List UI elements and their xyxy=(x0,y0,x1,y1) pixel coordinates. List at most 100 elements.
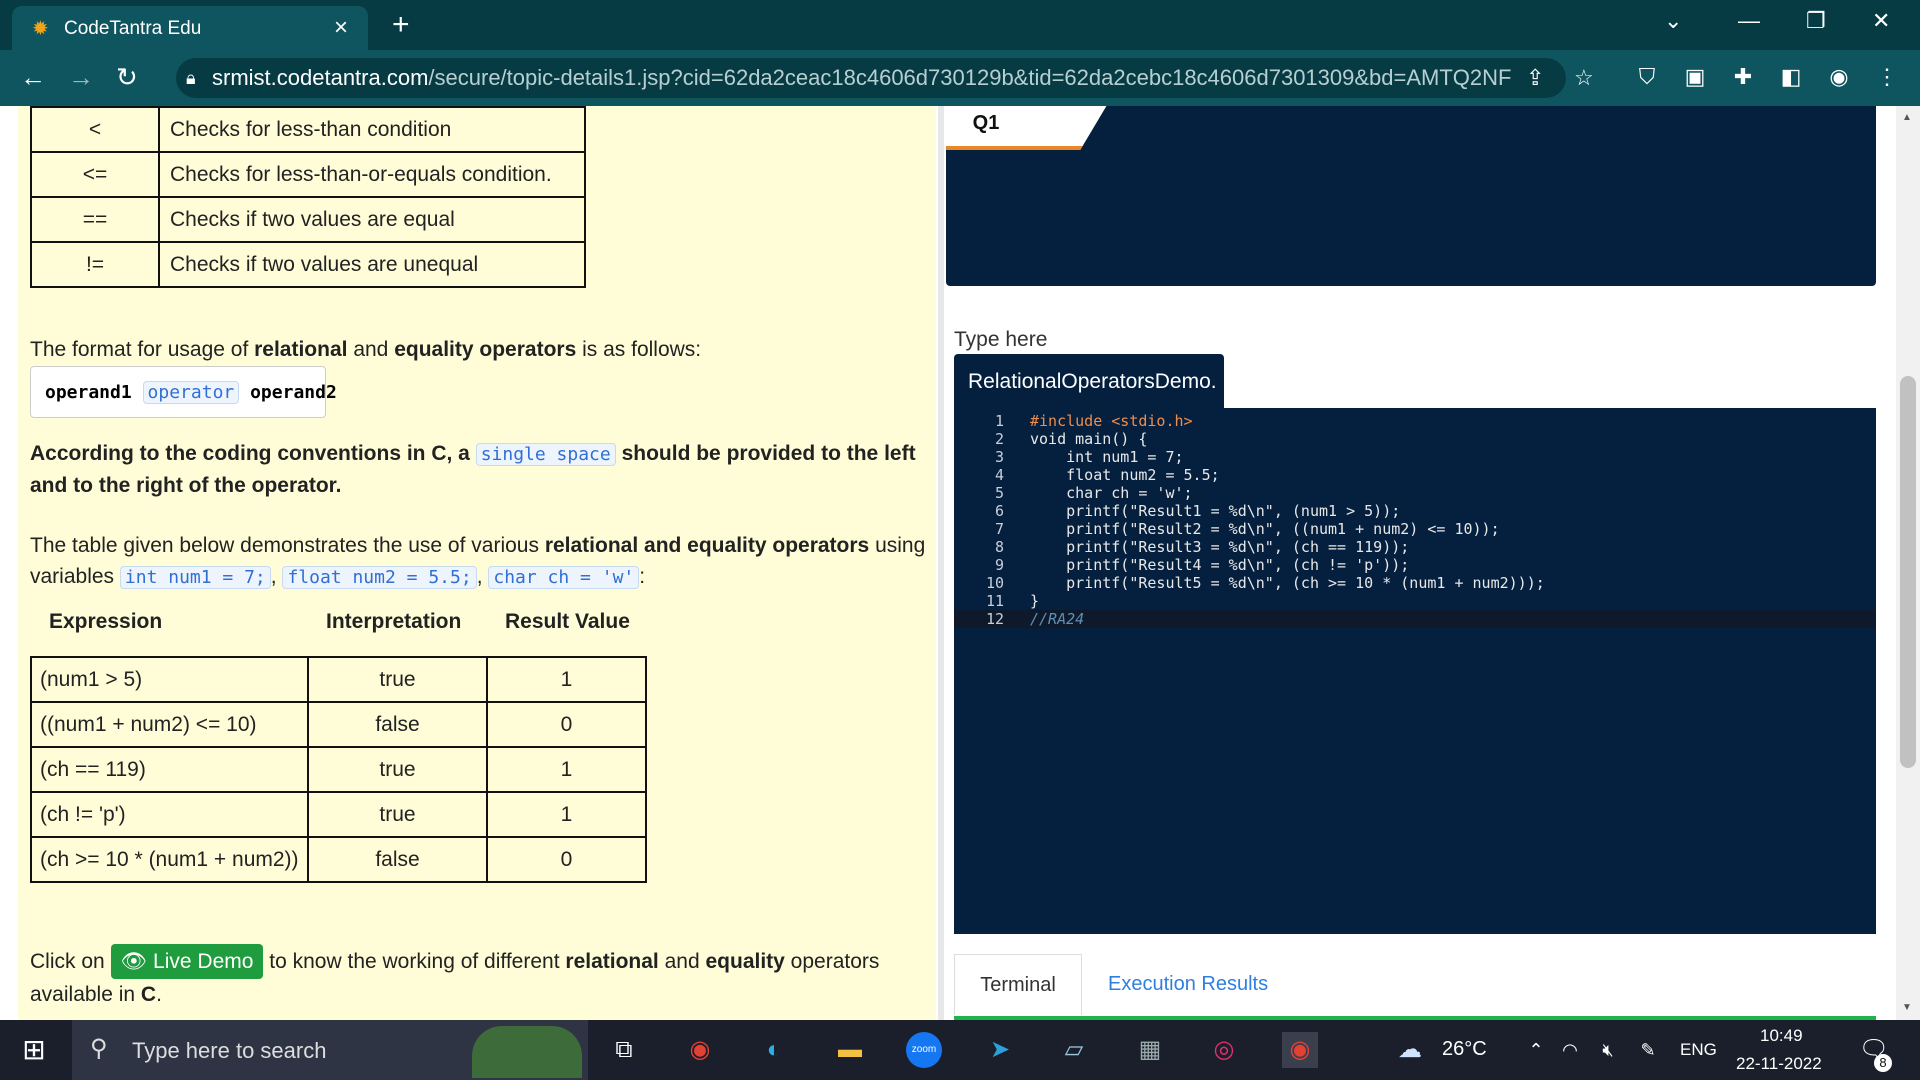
operator-symbol: != xyxy=(30,241,160,288)
code-line: 4 float num2 = 5.5; xyxy=(954,466,1876,484)
code-text: //RA24 xyxy=(1030,610,1085,628)
eye-icon: 👁︎ xyxy=(120,950,148,973)
telegram-icon[interactable]: ➤ xyxy=(982,1032,1018,1068)
expression-cell: (ch == 119) xyxy=(30,746,309,793)
question-label: Q1 xyxy=(972,112,1000,134)
notepad-icon[interactable]: ▱ xyxy=(1056,1032,1092,1068)
operator-description: Checks for less-than-or-equals condition… xyxy=(158,151,586,198)
table-row: <= Checks for less-than-or-equals conditi… xyxy=(30,151,586,198)
table-row: != Checks if two values are unequal xyxy=(30,241,586,288)
code-line: 5 char ch = 'w'; xyxy=(954,484,1876,502)
chrome-icon[interactable]: ◉ xyxy=(682,1032,718,1068)
line-number: 12 xyxy=(985,610,1004,628)
extension-badge-icon[interactable]: ▣ xyxy=(1678,60,1712,94)
close-window-icon[interactable]: ✕ xyxy=(1872,8,1890,34)
language-indicator[interactable]: ENG xyxy=(1680,1040,1717,1060)
code-text: } xyxy=(1030,592,1040,610)
tab-title: CodeTantra Edu xyxy=(64,18,202,39)
code-text: printf("Result4 = %d\n", (ch != 'p')); xyxy=(1030,556,1410,574)
code-text: float num2 = 5.5; xyxy=(1030,466,1220,484)
code-line: 3 int num1 = 7; xyxy=(954,448,1876,466)
line-number: 6 xyxy=(994,502,1004,520)
calculator-icon[interactable]: ▦ xyxy=(1132,1032,1168,1068)
chrome-active-icon[interactable]: ◉ xyxy=(1282,1032,1318,1068)
browser-tab[interactable]: ✹ CodeTantra Edu × xyxy=(12,6,368,50)
table-row: == Checks if two values are equal xyxy=(30,196,586,243)
browser-menu-icon[interactable]: ⋮ xyxy=(1870,60,1904,94)
extensions-puzzle-icon[interactable]: ✚ xyxy=(1726,60,1760,94)
file-explorer-icon[interactable]: ▬ xyxy=(832,1032,868,1068)
tab-terminal[interactable]: Terminal xyxy=(954,954,1082,1015)
notification-count-badge: 8 xyxy=(1874,1054,1892,1072)
shield-extension-icon[interactable]: ⛉ xyxy=(1630,60,1664,94)
convention-paragraph: According to the coding conventions in C… xyxy=(30,442,916,497)
header-expression: Expression xyxy=(31,588,308,658)
code-text: int num1 = 7; xyxy=(1030,448,1184,466)
url-bar[interactable]: 🔒︎ srmist.codetantra.com/secure/topic-de… xyxy=(176,58,1594,98)
operator-symbol: == xyxy=(30,196,160,243)
scrollbar-thumb[interactable] xyxy=(1900,376,1916,768)
wifi-icon[interactable]: ◠ xyxy=(1552,1032,1588,1068)
file-tab[interactable]: RelationalOperatorsDemo. xyxy=(954,354,1224,410)
table-row: ((num1 + num2) <= 10) false 0 xyxy=(30,701,647,748)
task-view-icon[interactable]: ⧉ xyxy=(606,1032,642,1068)
tab-search-chevron-icon[interactable]: ⌄ xyxy=(1664,8,1682,34)
operator-description: Checks if two values are unequal xyxy=(158,241,586,288)
interpretation-cell: false xyxy=(307,836,488,883)
operators-table: < Checks for less-than condition <= Checks … xyxy=(30,106,586,288)
scroll-down-icon[interactable]: ▼ xyxy=(1902,1002,1912,1013)
line-number: 3 xyxy=(994,448,1004,466)
lock-icon[interactable]: 🔒︎ xyxy=(186,58,196,98)
code-line: 1 #include <stdio.h> xyxy=(954,412,1876,430)
pen-icon[interactable]: ✎ xyxy=(1630,1032,1666,1068)
clock-date[interactable]: 22-11-2022 xyxy=(1736,1054,1822,1074)
pane-divider[interactable] xyxy=(938,106,944,1020)
minimize-icon[interactable]: — xyxy=(1738,8,1760,34)
weather-temp[interactable]: 26°C xyxy=(1442,1038,1487,1061)
taskbar-search[interactable]: ⚲ Type here to search xyxy=(72,1020,588,1080)
table-row: < Checks for less-than condition xyxy=(30,106,586,153)
back-icon[interactable]: ← xyxy=(20,62,46,93)
lesson-content: < Checks for less-than condition <= Checks … xyxy=(18,106,936,1020)
line-number: 4 xyxy=(994,466,1004,484)
line-number: 5 xyxy=(994,484,1004,502)
line-number: 9 xyxy=(994,556,1004,574)
profile-avatar[interactable]: ◉ xyxy=(1822,60,1856,94)
table-intro-paragraph: The table given below demonstrates the u… xyxy=(30,534,926,589)
result-value-cell: 0 xyxy=(486,701,647,748)
bookmark-star-icon[interactable]: ☆ xyxy=(1574,58,1594,98)
code-editor[interactable]: 1 #include <stdio.h> 2 void main() {3 int n… xyxy=(954,408,1876,934)
reload-icon[interactable]: ↻ xyxy=(116,62,138,93)
side-panel-icon[interactable]: ◧ xyxy=(1774,60,1808,94)
codetantra-favicon-icon: ✹ xyxy=(32,18,49,40)
close-tab-icon[interactable]: × xyxy=(334,14,348,42)
instagram-icon[interactable]: ◎ xyxy=(1206,1032,1242,1068)
clock-time[interactable]: 10:49 xyxy=(1760,1026,1803,1046)
lesson-content-pane: < Checks for less-than condition <= Checks … xyxy=(0,106,940,1020)
scroll-up-icon[interactable]: ▲ xyxy=(1902,112,1912,123)
page-scrollbar[interactable]: ▲ ▼ xyxy=(1896,106,1920,1020)
edge-icon[interactable]: ◐ xyxy=(756,1032,792,1068)
code-text: void main() { xyxy=(1030,430,1148,448)
live-demo-button[interactable]: 👁︎ Live Demo xyxy=(110,944,264,979)
address-toolbar: ← → ↻ 🔒︎ srmist.codetantra.com/secure/to… xyxy=(0,50,1920,106)
share-icon[interactable]: ⇪ xyxy=(1526,58,1544,98)
windows-start-icon[interactable]: ⊞ xyxy=(16,1032,52,1068)
result-value-cell: 1 xyxy=(486,746,647,793)
tab-execution-results[interactable]: Execution Results xyxy=(1108,954,1268,1014)
tray-chevron-icon[interactable]: ⌃ xyxy=(1518,1032,1554,1068)
weather-icon[interactable]: ☁ xyxy=(1392,1032,1428,1068)
expression-cell: ((num1 + num2) <= 10) xyxy=(30,701,309,748)
new-tab-icon[interactable]: + xyxy=(392,8,410,42)
volume-muted-icon[interactable]: 🔇︎ xyxy=(1590,1032,1626,1068)
result-value-cell: 1 xyxy=(486,791,647,838)
search-highlight-image xyxy=(472,1026,582,1078)
forward-icon[interactable]: → xyxy=(68,62,94,93)
line-number: 10 xyxy=(985,574,1004,592)
zoom-icon[interactable]: zoom xyxy=(906,1032,942,1068)
restore-icon[interactable]: ❐ xyxy=(1806,8,1826,34)
url-text: srmist.codetantra.com/secure/topic-detai… xyxy=(212,65,1512,90)
results-table: Expression Interpretation Result Value (… xyxy=(30,588,647,883)
code-text: printf("Result3 = %d\n", (ch == 119)); xyxy=(1030,538,1410,556)
operator-description: Checks if two values are equal xyxy=(158,196,586,243)
